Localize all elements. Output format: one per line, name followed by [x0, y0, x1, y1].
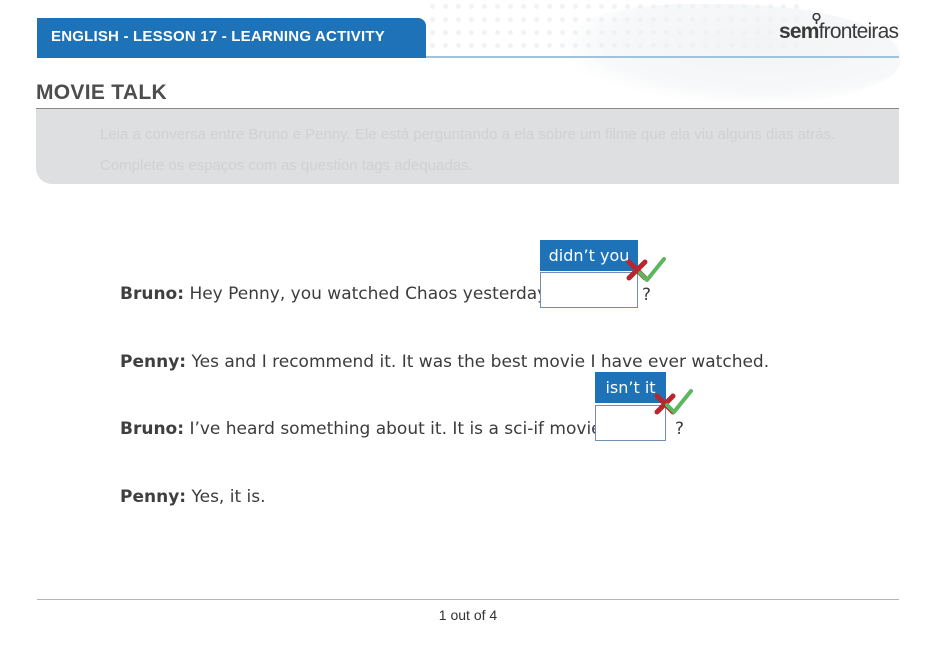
answer-input-1[interactable] [540, 272, 638, 308]
pagination-indicator: 1 out of 4 [438, 607, 498, 623]
instructions-panel: Leia a conversa entre Bruno e Penny. Ele… [36, 109, 899, 184]
dialogue-line-3: Bruno: I’ve heard something about it. It… [120, 419, 607, 439]
speaker-name: Penny: [120, 487, 187, 507]
correct-check-icon[interactable] [665, 388, 693, 416]
speaker-name: Penny: [120, 352, 187, 372]
dialogue-line-2: Penny: Yes and I recommend it. It was th… [120, 352, 769, 372]
dialogue-text: I’ve heard something about it. It is a s… [189, 419, 608, 439]
lesson-title-banner: ENGLISH - LESSON 17 - LEARNING ACTIVITY [37, 18, 426, 58]
answer-tab-1: didn’t you [540, 240, 638, 271]
semfronteiras-logo: semfronteiras [779, 13, 901, 46]
correct-check-icon[interactable] [638, 256, 666, 284]
instructions-text: Leia a conversa entre Bruno e Penny. Ele… [100, 126, 836, 174]
page-title: MOVIE TALK [36, 81, 167, 104]
dialogue-line-4: Penny: Yes, it is. [120, 487, 266, 507]
question-mark: ? [675, 419, 685, 439]
footer-divider [37, 599, 899, 600]
dialogue-text: Yes, it is. [191, 487, 266, 507]
logo-text-fronteiras: fronteiras [818, 20, 899, 43]
header-dot-pattern [426, 0, 806, 58]
lesson-title: ENGLISH - LESSON 17 - LEARNING ACTIVITY [51, 28, 385, 45]
header-rule [426, 56, 899, 58]
dialogue-line-1: Bruno: Hey Penny, you watched Chaos yest… [120, 284, 553, 304]
logo-text-sem: sem [779, 20, 819, 43]
dialogue-text: Hey Penny, you watched Chaos yesterday, [189, 284, 553, 304]
dialogue-text: Yes and I recommend it. It was the best … [191, 352, 770, 372]
question-mark: ? [642, 285, 652, 305]
speaker-name: Bruno: [120, 284, 185, 304]
speaker-name: Bruno: [120, 419, 185, 439]
